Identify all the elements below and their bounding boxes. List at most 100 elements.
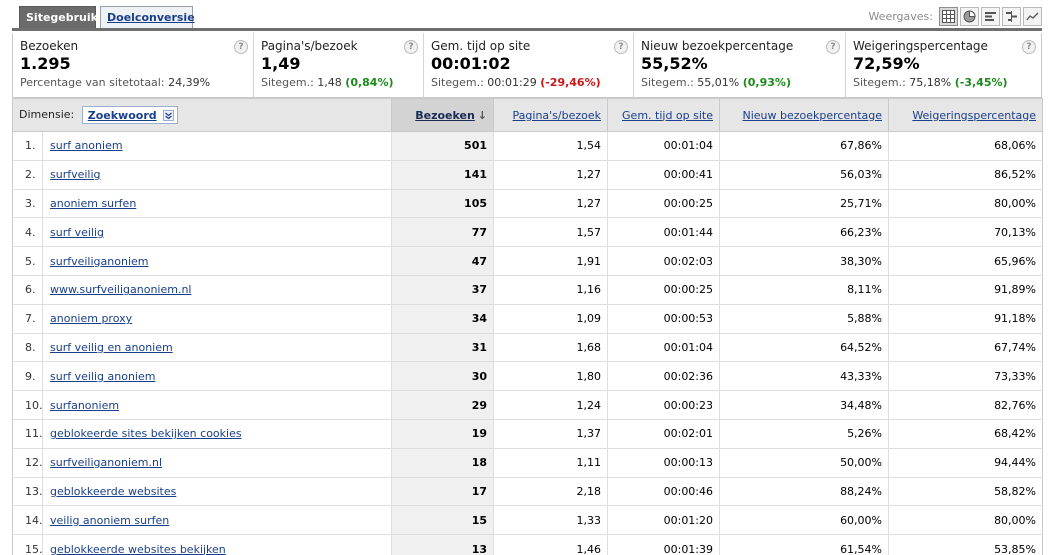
dimension-value: Zoekwoord	[87, 108, 157, 122]
cell-nieuw-bezoekpercentage: 34,48%	[719, 390, 890, 420]
cell-weigeringspercentage: 68,06%	[888, 131, 1044, 161]
row-number: 7.	[12, 304, 43, 334]
keyword-cell: geblokkeerde websites	[41, 477, 393, 507]
cell-bezoeken: 19	[391, 419, 495, 449]
keyword-link[interactable]: surfveiliganoniem.nl	[50, 456, 162, 469]
comparison-view-icon[interactable]	[1002, 6, 1021, 26]
cell-nieuw-bezoekpercentage: 5,26%	[719, 419, 890, 449]
cell-weigeringspercentage: 65,96%	[888, 246, 1044, 276]
column-header-bezoeken[interactable]: Bezoeken ↓	[391, 98, 495, 132]
keyword-link[interactable]: anoniem surfen	[50, 197, 136, 210]
view-switcher: Weergaves:	[868, 6, 1042, 26]
column-header-weigeringspercentage[interactable]: Weigeringspercentage	[888, 98, 1044, 132]
cell-gem-tijd: 00:00:13	[607, 448, 721, 478]
cell-paginas-per-bezoek: 1,09	[493, 304, 609, 334]
metric-value: 1.295	[20, 54, 71, 73]
keyword-link[interactable]: surfveilig	[50, 168, 101, 181]
keyword-link[interactable]: surfveiliganoniem	[50, 255, 148, 268]
cell-nieuw-bezoekpercentage: 60,00%	[719, 505, 890, 536]
cell-weigeringspercentage: 58,82%	[888, 477, 1044, 507]
keyword-cell: surf veilig	[41, 217, 393, 248]
cell-paginas-per-bezoek: 2,18	[493, 477, 609, 507]
cell-gem-tijd: 00:02:03	[607, 246, 721, 276]
bar-view-icon[interactable]	[981, 6, 1000, 26]
sort-down-icon: ↓	[477, 108, 488, 122]
tab-sitegebruik[interactable]: Sitegebruik	[19, 6, 98, 29]
keyword-link[interactable]: www.surfveiliganoniem.nl	[50, 283, 191, 296]
table-row: 14. veilig anoniem surfen 15 1,33 00:01:20 60…	[12, 505, 1044, 536]
keyword-cell: geblokkeerde websites bekijken	[41, 534, 393, 555]
row-number: 14.	[12, 505, 43, 536]
table-view-icon[interactable]	[939, 6, 958, 26]
cell-paginas-per-bezoek: 1,16	[493, 275, 609, 305]
cell-bezoeken: 37	[391, 275, 495, 305]
cell-bezoeken: 34	[391, 304, 495, 334]
table-row: 3. anoniem surfen 105 1,27 00:00:25 25,71% 80,…	[12, 189, 1044, 219]
row-number: 4.	[12, 217, 43, 248]
help-icon[interactable]: ?	[234, 40, 248, 54]
cell-paginas-per-bezoek: 1,54	[493, 131, 609, 161]
pie-view-icon[interactable]	[960, 6, 979, 26]
cell-gem-tijd: 00:02:36	[607, 361, 721, 392]
table-row: 13. geblokkeerde websites 17 2,18 00:00:46 88…	[12, 477, 1044, 507]
cell-weigeringspercentage: 70,13%	[888, 217, 1044, 248]
cell-nieuw-bezoekpercentage: 25,71%	[719, 189, 890, 219]
keyword-link[interactable]: surfanoniem	[50, 399, 119, 412]
metric-title: Gem. tijd op site	[431, 39, 531, 53]
tab-doelconversie[interactable]: Doelconversie	[100, 6, 195, 29]
keyword-link[interactable]: surf anoniem	[50, 139, 123, 152]
cell-nieuw-bezoekpercentage: 66,23%	[719, 217, 890, 248]
dimension-header: Dimensie: Zoekwoord	[11, 98, 393, 132]
cell-weigeringspercentage: 73,33%	[888, 361, 1044, 392]
metric-value: 55,52%	[641, 54, 708, 73]
chevron-down-icon	[162, 109, 174, 121]
keyword-link[interactable]: surf veilig en anoniem	[50, 341, 173, 354]
dimension-select[interactable]: Zoekwoord	[81, 106, 178, 124]
tab-underline	[12, 28, 1042, 31]
cell-weigeringspercentage: 80,00%	[888, 505, 1044, 536]
cell-weigeringspercentage: 86,52%	[888, 160, 1044, 190]
cell-weigeringspercentage: 94,44%	[888, 448, 1044, 478]
cell-gem-tijd: 00:00:46	[607, 477, 721, 507]
keyword-link[interactable]: veilig anoniem surfen	[50, 514, 169, 527]
column-header-gem-tijd[interactable]: Gem. tijd op site	[607, 98, 721, 132]
summary-metrics: Bezoeken 1.295 Percentage van sitetotaal…	[12, 33, 1042, 98]
trend-view-icon[interactable]	[1023, 6, 1042, 26]
row-number: 11.	[12, 419, 43, 449]
cell-gem-tijd: 00:01:39	[607, 534, 721, 555]
metric-sub: Sitegem.: 75,18% (-3,45%)	[853, 76, 1008, 89]
metric-sub: Percentage van sitetotaal: 24,39%	[20, 76, 211, 89]
row-number: 10.	[12, 390, 43, 420]
cell-bezoeken: 29	[391, 390, 495, 420]
keyword-link[interactable]: geblokeerde sites bekijken cookies	[50, 427, 242, 440]
keyword-link[interactable]: surf veilig	[50, 226, 104, 239]
help-icon[interactable]: ?	[404, 40, 418, 54]
table-row: 5. surfveiliganoniem 47 1,91 00:02:03 38,30% 6…	[12, 246, 1044, 276]
help-icon[interactable]: ?	[614, 40, 628, 54]
keyword-link[interactable]: surf veilig anoniem	[50, 370, 155, 383]
cell-weigeringspercentage: 53,85%	[888, 534, 1044, 555]
cell-weigeringspercentage: 82,76%	[888, 390, 1044, 420]
cell-bezoeken: 141	[391, 160, 495, 190]
cell-paginas-per-bezoek: 1,91	[493, 246, 609, 276]
cell-bezoeken: 30	[391, 361, 495, 392]
keyword-link[interactable]: anoniem proxy	[50, 312, 132, 325]
cell-paginas-per-bezoek: 1,57	[493, 217, 609, 248]
help-icon[interactable]: ?	[1022, 40, 1036, 54]
help-icon[interactable]: ?	[826, 40, 840, 54]
row-number: 2.	[12, 160, 43, 190]
row-number: 15.	[12, 534, 43, 555]
keyword-cell: surf anoniem	[41, 131, 393, 161]
keyword-link[interactable]: geblokkeerde websites	[50, 485, 176, 498]
keyword-cell: www.surfveiliganoniem.nl	[41, 275, 393, 305]
keyword-cell: anoniem surfen	[41, 189, 393, 219]
cell-nieuw-bezoekpercentage: 43,33%	[719, 361, 890, 392]
keyword-link[interactable]: geblokkeerde websites bekijken	[50, 543, 226, 555]
cell-weigeringspercentage: 68,42%	[888, 419, 1044, 449]
column-header-paginas-per-bezoek[interactable]: Pagina's/bezoek	[493, 98, 609, 132]
cell-gem-tijd: 00:00:25	[607, 189, 721, 219]
cell-paginas-per-bezoek: 1,24	[493, 390, 609, 420]
keyword-table: Dimensie: Zoekwoord Bezoeken ↓ Pagina's/b…	[11, 98, 1044, 555]
table-header-row: Dimensie: Zoekwoord Bezoeken ↓ Pagina's/b…	[11, 98, 1044, 132]
column-header-nieuw-bezoekpercentage[interactable]: Nieuw bezoekpercentage	[719, 98, 890, 132]
